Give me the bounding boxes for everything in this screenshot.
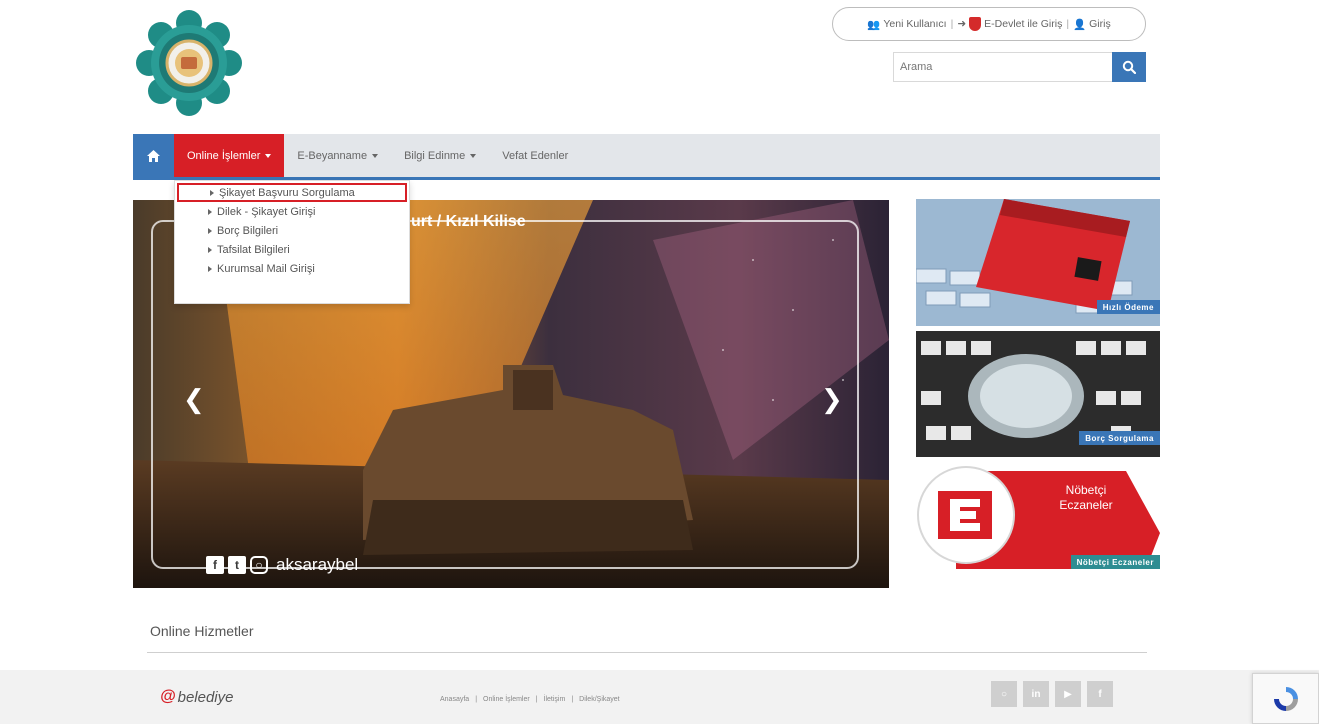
main-nav: Online İşlemler E-Beyanname Bilgi Edinme…: [133, 134, 1160, 180]
dropdown-item-tafsilat-bilgileri[interactable]: Tafsilat Bilgileri: [177, 240, 407, 259]
account-links: 👥 Yeni Kullanıcı | ➜ E-Devlet ile Giriş …: [832, 7, 1146, 41]
footer-link[interactable]: Online İşlemler: [483, 696, 530, 703]
facebook-icon: f: [206, 556, 224, 574]
debt-inquiry-label: Borç Sorgulama: [1079, 431, 1160, 445]
home-button[interactable]: [133, 134, 174, 177]
social-handle-text: aksaraybel: [276, 555, 359, 574]
separator: |: [571, 696, 574, 703]
footer-link[interactable]: İletişim: [544, 696, 566, 703]
caret-right-icon: [208, 227, 212, 234]
recaptcha-badge[interactable]: [1252, 673, 1319, 724]
search-button[interactable]: [1112, 52, 1146, 82]
caret-right-icon: [208, 246, 212, 253]
online-islemler-dropdown: Şikayet Başvuru Sorgulama Dilek - Şikaye…: [174, 180, 410, 304]
footer-link[interactable]: Dilek/Şikayet: [579, 696, 619, 703]
users-icon: 👥: [867, 18, 881, 31]
pharmacy-title: Nöbetçi Eczaneler: [1059, 483, 1113, 512]
pharmacy-label: Nöbetçi Eczaneler: [1070, 555, 1160, 569]
home-icon: [147, 149, 160, 162]
debt-inquiry-card[interactable]: Borç Sorgulama: [916, 331, 1160, 457]
footer-links: Anasayfa | Online İşlemler | İletişim | Dil…: [440, 696, 620, 703]
footer-link[interactable]: Anasayfa: [440, 696, 469, 703]
login-link[interactable]: 👤 Giriş: [1069, 18, 1115, 31]
dropdown-item-borc-bilgileri[interactable]: Borç Bilgileri: [177, 221, 407, 240]
user-icon: 👤: [1073, 18, 1087, 31]
footer-social: ○ in ▶ f: [991, 681, 1113, 707]
instagram-icon[interactable]: ○: [991, 681, 1017, 707]
fast-payment-label: Hızlı Ödeme: [1096, 300, 1160, 314]
recaptcha-icon: [1273, 686, 1298, 711]
separator: |: [475, 696, 478, 703]
section-title: Online Hizmetler: [150, 623, 254, 639]
pharmacy-card[interactable]: Nöbetçi Eczaneler Nöbetçi Eczaneler: [916, 463, 1160, 583]
twitter-icon: t: [228, 556, 246, 574]
instagram-icon: ○: [250, 556, 268, 574]
caret-right-icon: [210, 189, 214, 196]
youtube-icon[interactable]: ▶: [1055, 681, 1081, 707]
search-icon: [1122, 60, 1136, 74]
edevlet-shield-icon: [969, 17, 982, 31]
municipality-logo[interactable]: [132, 6, 246, 120]
dropdown-item-sikayet-sorgulama[interactable]: Şikayet Başvuru Sorgulama: [177, 183, 407, 202]
nav-e-beyanname[interactable]: E-Beyanname: [284, 134, 391, 177]
dropdown-item-dilek-sikayet[interactable]: Dilek - Şikayet Girişi: [177, 202, 407, 221]
sign-in-icon: ➜: [957, 18, 967, 30]
nav-vefat-edenler[interactable]: Vefat Edenler: [489, 134, 581, 177]
search-input[interactable]: [893, 52, 1112, 82]
caret-right-icon: [208, 265, 212, 272]
search-form: [893, 52, 1146, 82]
dropdown-item-kurumsal-mail[interactable]: Kurumsal Mail Girişi: [177, 259, 407, 278]
divider: [147, 652, 1147, 653]
facebook-icon[interactable]: f: [1087, 681, 1113, 707]
edevlet-login-link[interactable]: ➜ E-Devlet ile Giriş: [953, 17, 1066, 31]
caret-down-icon: [470, 153, 477, 158]
linkedin-icon[interactable]: in: [1023, 681, 1049, 707]
slider-next-button[interactable]: ❯: [821, 384, 843, 415]
caret-down-icon: [265, 153, 272, 158]
separator: |: [535, 696, 538, 703]
ebelediye-logo[interactable]: @ belediye: [160, 688, 234, 706]
nav-bilgi-edinme[interactable]: Bilgi Edinme: [391, 134, 489, 177]
new-user-link[interactable]: 👥 Yeni Kullanıcı: [863, 18, 950, 31]
slide-social-handle: f t ○ aksaraybel: [206, 555, 358, 575]
ebelediye-mark-icon: @: [160, 688, 176, 705]
slider-prev-button[interactable]: ❮: [183, 384, 205, 415]
slide-title: urt / Kızıl Kilise: [411, 213, 526, 230]
fast-payment-card[interactable]: Hızlı Ödeme: [916, 199, 1160, 326]
caret-right-icon: [208, 208, 212, 215]
footer: @ belediye Anasayfa | Online İşlemler | İl…: [0, 670, 1319, 724]
nav-online-islemler[interactable]: Online İşlemler: [174, 134, 285, 177]
caret-down-icon: [372, 153, 379, 158]
